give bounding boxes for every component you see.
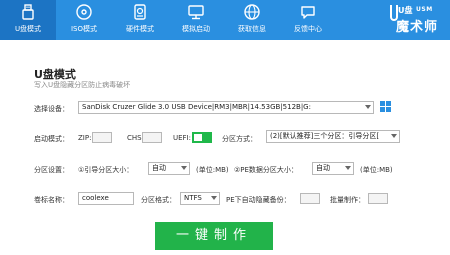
boot-partition-size-label: ①引导分区大小：	[78, 166, 134, 174]
tab-hardware-mode[interactable]: 硬件模式	[112, 0, 168, 40]
filesystem-label: 分区格式：	[141, 196, 176, 204]
zip-toggle[interactable]	[92, 132, 112, 143]
windows-icon[interactable]	[380, 101, 391, 113]
tab-label: 模拟启动	[182, 25, 210, 33]
one-click-make-button[interactable]: 一键制作	[155, 222, 273, 250]
volume-label-value: coolexe	[82, 194, 109, 202]
partition-mode-label: 分区方式：	[222, 135, 257, 143]
logo-text-usm: USM	[416, 6, 433, 13]
brand-logo: U盘 USM 魔术师	[390, 5, 444, 35]
boot-partition-size-select[interactable]: 自动	[148, 162, 190, 175]
uefi-label: UEFI:	[173, 134, 191, 142]
chs-toggle[interactable]	[142, 132, 162, 143]
disc-icon	[76, 4, 92, 20]
partition-mode-select[interactable]: (2)[默认推荐]三个分区：引导分区[	[266, 130, 400, 143]
filesystem-value: NTFS	[184, 194, 202, 202]
chevron-down-icon	[181, 166, 187, 170]
chevron-down-icon	[211, 196, 217, 200]
tab-label: ISO模式	[70, 25, 98, 33]
device-select-value: SanDisk Cruzer Glide 3.0 USB Device|RM3|…	[82, 103, 311, 111]
volume-label-input[interactable]: coolexe	[78, 192, 134, 205]
harddrive-icon	[134, 4, 146, 20]
usb-icon	[22, 4, 34, 20]
chevron-down-icon	[345, 166, 351, 170]
chat-icon	[301, 6, 315, 19]
tab-simulate-boot[interactable]: 模拟启动	[168, 0, 224, 40]
device-select[interactable]: SanDisk Cruzer Glide 3.0 USB Device|RM3|…	[78, 101, 374, 114]
batch-make-label: 批量制作：	[330, 196, 365, 204]
tab-get-info[interactable]: 获取信息	[224, 0, 280, 40]
partition-mode-value: (2)[默认推荐]三个分区：引导分区[	[270, 132, 380, 140]
pe-partition-size-value: 自动	[316, 164, 330, 172]
tab-usb-mode[interactable]: U盘模式	[0, 0, 56, 40]
tab-label: 硬件模式	[126, 25, 154, 33]
volume-label-label: 卷标名称：	[34, 196, 69, 204]
device-label: 选择设备：	[34, 105, 69, 113]
logo-text-top: U盘	[398, 6, 413, 15]
pe-hidden-backup-toggle[interactable]	[300, 193, 320, 204]
boot-mode-label: 启动模式：	[34, 135, 69, 143]
pe-hidden-backup-label: PE下自动隐藏备份：	[226, 196, 291, 204]
partition-settings-label: 分区设置：	[34, 166, 69, 174]
tab-iso-mode[interactable]: ISO模式	[56, 0, 112, 40]
monitor-icon	[188, 5, 204, 20]
boot-partition-size-value: 自动	[152, 164, 166, 172]
globe-icon	[244, 4, 260, 20]
chevron-down-icon	[391, 134, 397, 138]
filesystem-select[interactable]: NTFS	[180, 192, 220, 205]
tab-feedback-center[interactable]: 反馈中心	[280, 0, 336, 40]
page-subtitle: 写入U盘隐藏分区防止病毒破坏	[34, 81, 131, 89]
tab-label: U盘模式	[14, 25, 42, 33]
uefi-toggle[interactable]	[192, 132, 212, 143]
pe-partition-unit: (单位:MB)	[360, 166, 393, 174]
pe-partition-size-select[interactable]: 自动	[312, 162, 354, 175]
top-nav-bar: U盘模式 ISO模式 硬件模式 模拟启动 获取信息 反馈中心 U盘 USM 魔术…	[0, 0, 450, 40]
tab-label: 反馈中心	[294, 25, 322, 33]
logo-text-main: 魔术师	[396, 20, 439, 35]
tab-label: 获取信息	[238, 25, 266, 33]
batch-make-toggle[interactable]	[368, 193, 388, 204]
pe-partition-size-label: ②PE数据分区大小：	[234, 166, 298, 174]
chevron-down-icon	[365, 105, 371, 109]
boot-partition-unit: (单位:MB)	[196, 166, 229, 174]
zip-label: ZIP:	[78, 134, 92, 142]
